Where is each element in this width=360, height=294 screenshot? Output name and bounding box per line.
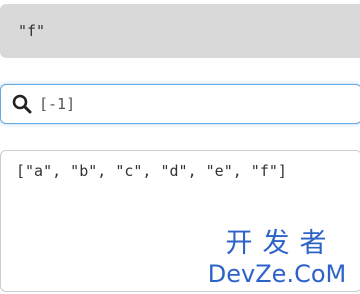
watermark-logo: 开发者 DevZe.CoM	[202, 228, 352, 288]
watermark-chinese: 开发者	[225, 228, 337, 259]
watermark-english: DevZe.CoM	[207, 260, 347, 288]
search-box[interactable]	[0, 84, 360, 124]
search-input[interactable]	[39, 95, 329, 113]
page: "f" ["a", "b", "c", "d", "e", "f"] 开发者 D…	[0, 0, 360, 294]
result-output: "f"	[0, 4, 360, 58]
array-text: ["a", "b", "c", "d", "e", "f"]	[16, 162, 287, 180]
search-icon	[11, 93, 33, 115]
result-value: "f"	[18, 22, 46, 40]
